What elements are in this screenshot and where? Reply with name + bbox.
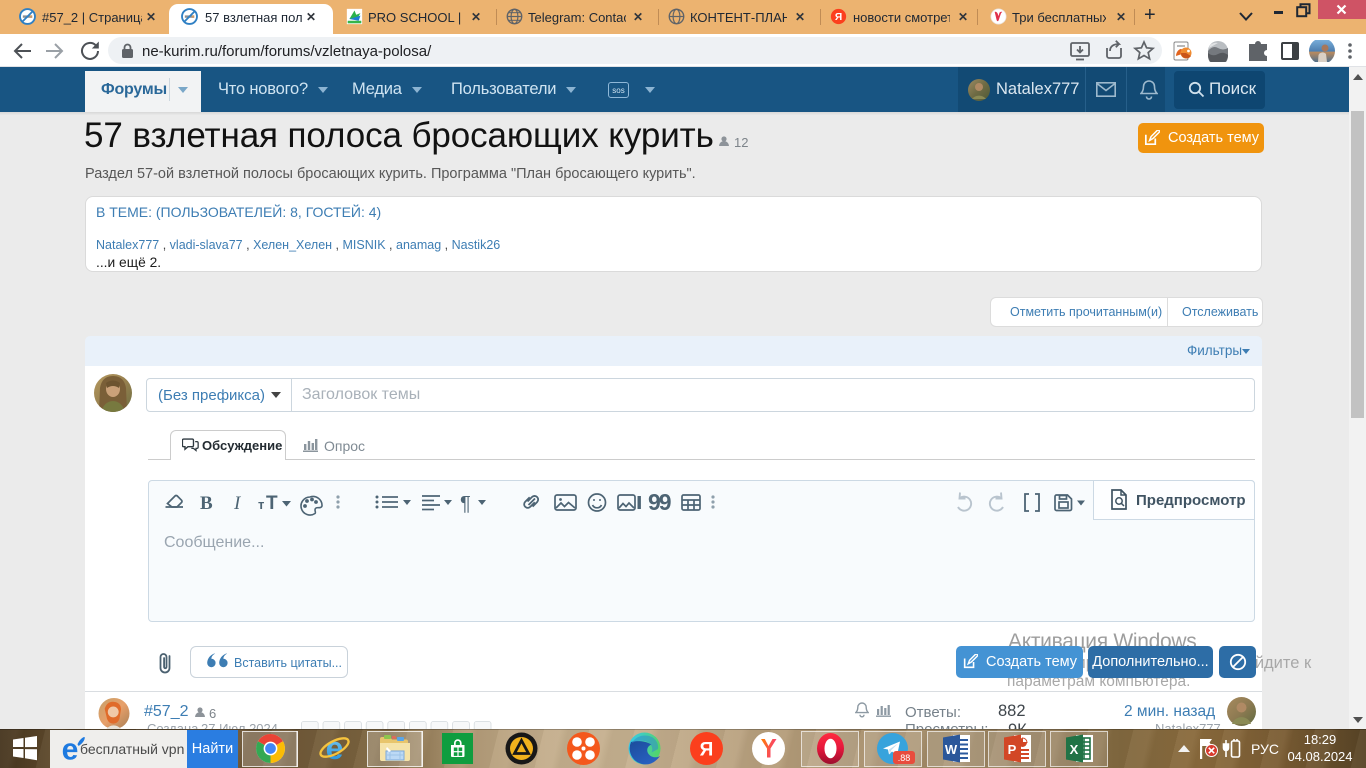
svg-text:Я: Я [700, 740, 714, 761]
svg-text:¶: ¶ [460, 493, 471, 515]
svg-text:B: B [200, 493, 213, 514]
svg-text:e: e [326, 732, 344, 765]
svg-text:e: e [62, 733, 79, 765]
svg-text:I: I [233, 493, 242, 514]
svg-text:X: X [1070, 742, 1079, 757]
svg-text:99: 99 [648, 489, 671, 515]
svg-text:т: т [258, 497, 264, 512]
svg-text:Я: Я [835, 12, 842, 23]
svg-text:T: T [266, 493, 278, 514]
svg-text:P: P [1008, 742, 1017, 757]
svg-text:W: W [945, 742, 958, 757]
